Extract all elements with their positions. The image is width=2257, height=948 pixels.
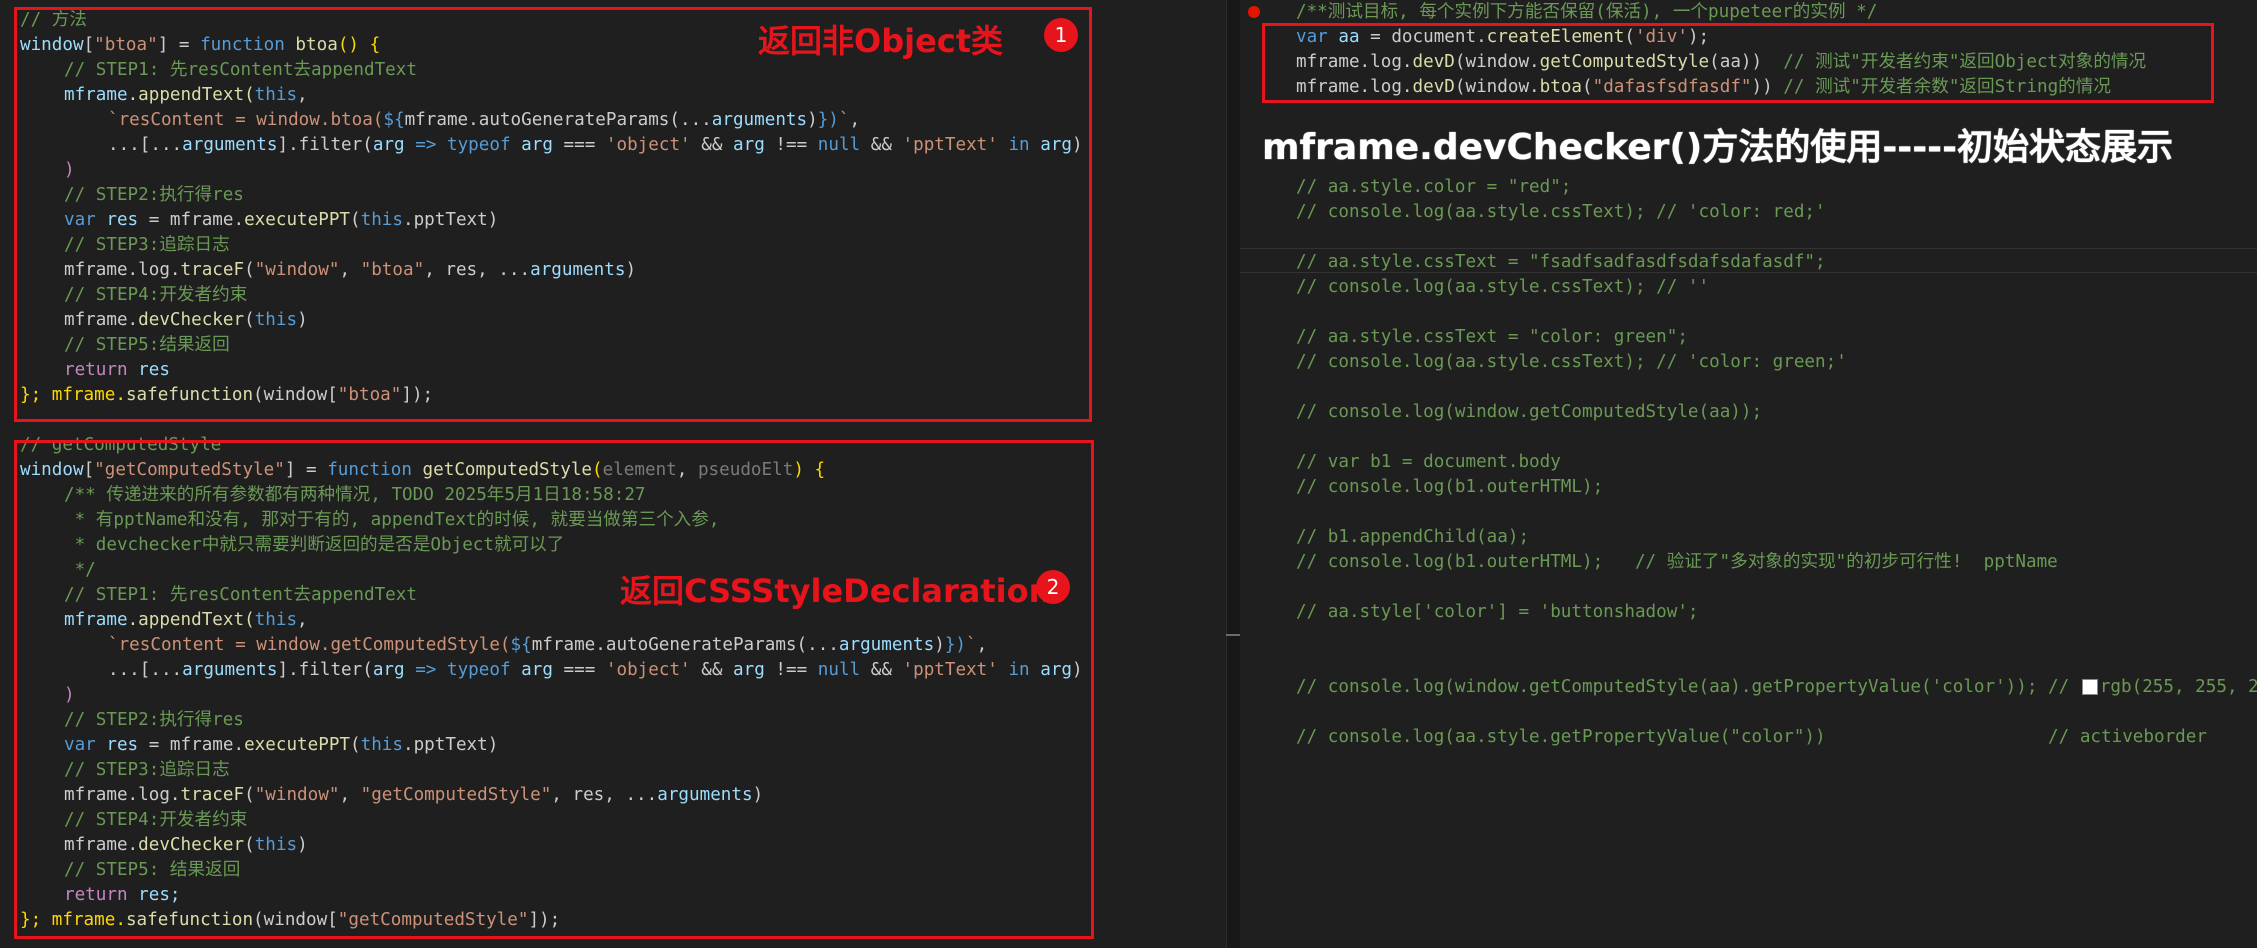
code-line: // STEP3:追踪日志 xyxy=(64,760,230,780)
code-line: mframe.devChecker(this) xyxy=(64,835,308,855)
code-line: // aa.style['color'] = 'buttonshadow'; xyxy=(1296,602,1699,622)
code-line: * 有pptName和没有, 那对于有的, appendText的时候, 就要当… xyxy=(64,510,720,530)
code-line: var res = mframe.executePPT(this.pptText… xyxy=(64,735,499,755)
code-line: mframe.log.devD(window.getComputedStyle(… xyxy=(1296,52,2147,72)
code-line: ...[...arguments].filter(arg => typeof a… xyxy=(108,135,1083,155)
code-line: // STEP5:结果返回 xyxy=(64,335,230,355)
current-line-highlight xyxy=(1240,248,2257,249)
code-line: // console.log(window.getComputedStyle(a… xyxy=(1296,402,1763,422)
annotation-devchecker-title: mframe.devChecker()方法的使用-----初始状态展示 xyxy=(1262,127,2174,168)
code-line: return res xyxy=(64,360,170,380)
code-line: window["getComputedStyle"] = function ge… xyxy=(20,460,826,480)
code-line: mframe.devChecker(this) xyxy=(64,310,308,330)
code-line: mframe.log.devD(window.btoa("dafasfsdfas… xyxy=(1296,77,2111,97)
code-line: // STEP1: 先resContent去appendText xyxy=(64,585,417,605)
annotation-badge-1: 1 xyxy=(1044,18,1078,52)
code-line: // STEP4:开发者约束 xyxy=(64,285,248,305)
annotation-label-1: 返回非Object类 xyxy=(758,22,1004,60)
code-line: // console.log(b1.outerHTML); xyxy=(1296,477,1604,497)
code-line: // console.log(aa.style.cssText); // 'co… xyxy=(1296,352,1847,372)
code-line: `resContent = window.btoa(${mframe.autoG… xyxy=(108,110,861,130)
left-editor-pane[interactable]: // 方法 window["btoa"] = function btoa() {… xyxy=(0,0,1226,948)
annotation-badge-2: 2 xyxy=(1036,570,1070,604)
code-line: // STEP2:执行得res xyxy=(64,185,244,205)
code-line: mframe.log.traceF("window", "getComputed… xyxy=(64,785,764,805)
code-line: // aa.style.cssText = "color: green"; xyxy=(1296,327,1688,347)
code-line: // getComputedStyle xyxy=(20,435,222,455)
current-line-highlight xyxy=(1240,272,2257,273)
code-line: * devchecker中就只需要判断返回的是否是Object就可以了 xyxy=(64,535,565,555)
code-line: // 方法 xyxy=(20,10,87,30)
code-line: // b1.appendChild(aa); xyxy=(1296,527,1530,547)
color-swatch xyxy=(2081,679,2098,695)
right-editor-pane[interactable]: /**测试目标, 每个实例下方能否保留(保活), 一个pupeteer的实例 *… xyxy=(1240,0,2257,948)
scroll-marker xyxy=(1226,634,1240,636)
code-line: window["btoa"] = function btoa() { xyxy=(20,35,381,55)
code-line: // console.log(aa.style.getPropertyValue… xyxy=(1296,727,2207,747)
code-line: mframe.appendText(this, xyxy=(64,610,308,630)
code-line: ...[...arguments].filter(arg => typeof a… xyxy=(108,660,1083,680)
code-line: return res; xyxy=(64,885,181,905)
code-line: }; mframe.safefunction(window["btoa"]); xyxy=(20,385,434,405)
code-line: `resContent = window.getComputedStyle(${… xyxy=(108,635,988,655)
code-line: // STEP3:追踪日志 xyxy=(64,235,230,255)
code-line: // STEP1: 先resContent去appendText xyxy=(64,60,417,80)
code-line: /** 传递进来的所有参数都有两种情况, TODO 2025年5月1日18:58… xyxy=(64,485,646,505)
annotation-label-2: 返回CSSStyleDeclaration xyxy=(620,572,1052,610)
code-line: // console.log(window.getComputedStyle(a… xyxy=(1296,677,2257,697)
code-line: ) xyxy=(64,685,75,705)
code-line: var res = mframe.executePPT(this.pptText… xyxy=(64,210,499,230)
code-line: // var b1 = document.body xyxy=(1296,452,1561,472)
code-line: // console.log(aa.style.cssText); // '' xyxy=(1296,277,1710,297)
breakpoint-dot[interactable] xyxy=(1248,6,1260,18)
code-line: // STEP5: 结果返回 xyxy=(64,860,241,880)
code-line: // STEP4:开发者约束 xyxy=(64,810,248,830)
code-line: mframe.log.traceF("window", "btoa", res,… xyxy=(64,260,637,280)
code-line: // console.log(b1.outerHTML); // 验证了"多对象… xyxy=(1296,552,2058,572)
code-line: // STEP2:执行得res xyxy=(64,710,244,730)
code-line: // aa.style.color = "red"; xyxy=(1296,177,1572,197)
code-line: /**测试目标, 每个实例下方能否保留(保活), 一个pupeteer的实例 *… xyxy=(1296,2,1878,22)
code-line: // console.log(aa.style.cssText); // 'co… xyxy=(1296,202,1826,222)
code-line: }; mframe.safefunction(window["getComput… xyxy=(20,910,561,930)
code-line: */ xyxy=(64,560,96,580)
code-line: var aa = document.createElement('div'); xyxy=(1296,27,1710,47)
code-line: mframe.appendText(this, xyxy=(64,85,308,105)
code-line: ) xyxy=(64,160,75,180)
